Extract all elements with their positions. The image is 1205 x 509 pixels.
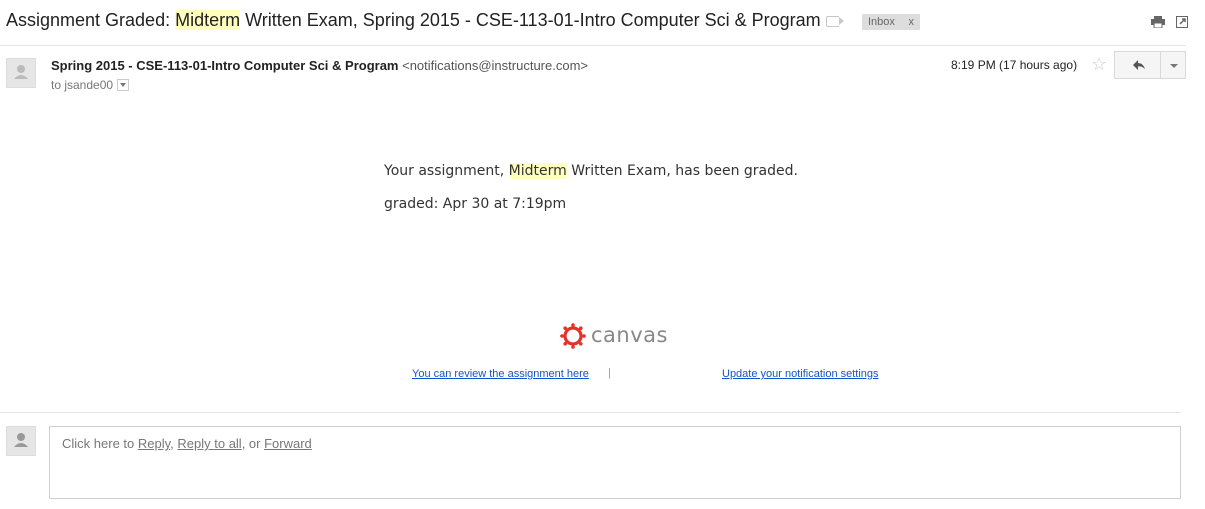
print-icon[interactable] (1151, 16, 1165, 28)
reply-or: , or (241, 436, 265, 451)
sender-email: <notifications@instructure.com> (402, 58, 589, 73)
recipient-name: jsande00 (64, 78, 114, 92)
footer-separator: | (608, 367, 611, 379)
avatar-icon (14, 65, 28, 79)
email-subject: Assignment Graded: Midterm Written Exam,… (6, 10, 821, 31)
inbox-label-chip[interactable]: Inbox x (862, 14, 920, 30)
label-icon[interactable] (826, 16, 844, 27)
more-options-dropdown[interactable] (1160, 51, 1186, 79)
sender-avatar (6, 58, 36, 88)
canvas-brand-name: canvas (591, 323, 668, 347)
body-line-graded: Your assignment, Midterm Written Exam, h… (384, 163, 798, 179)
avatar-icon (14, 433, 28, 447)
notification-settings-link[interactable]: Update your notification settings (722, 368, 879, 380)
user-avatar (6, 426, 36, 456)
body-line1-highlight: Midterm (508, 163, 567, 179)
remove-label-button[interactable]: x (909, 14, 915, 30)
inbox-label-text: Inbox (868, 16, 895, 28)
sender-name[interactable]: Spring 2015 - CSE-113-01-Intro Computer … (51, 58, 588, 73)
review-assignment-link[interactable]: You can review the assignment here (412, 368, 589, 380)
body-line1-prefix: Your assignment, (384, 163, 509, 179)
to-prefix: to (51, 78, 65, 92)
reply-all-link[interactable]: Reply to all (177, 436, 241, 451)
canvas-logo-icon (560, 323, 586, 349)
body-line-graded-date: graded: Apr 30 at 7:19pm (384, 196, 567, 212)
recipient-line: to jsande00 (51, 78, 130, 92)
reply-prompt: Click here to Reply, Reply to all, or Fo… (62, 436, 312, 451)
reply-link[interactable]: Reply (138, 436, 170, 451)
subject-prefix: Assignment Graded: (6, 10, 176, 30)
message-timestamp: 8:19 PM (17 hours ago) (951, 58, 1078, 72)
reply-box[interactable]: Click here to Reply, Reply to all, or Fo… (49, 426, 1181, 499)
reply-button[interactable] (1114, 51, 1161, 79)
subject-bar: Assignment Graded: Midterm Written Exam,… (0, 0, 1205, 44)
body-line1-rest: Written Exam, has been graded. (566, 163, 798, 179)
header-divider (0, 45, 1186, 46)
show-details-dropdown[interactable] (117, 78, 130, 91)
reply-arrow-icon (1133, 60, 1145, 70)
subject-rest: Written Exam, Spring 2015 - CSE-113-01-I… (240, 10, 821, 30)
reply-divider (0, 412, 1181, 413)
subject-highlight: Midterm (175, 10, 241, 30)
reply-prompt-prefix: Click here to (62, 436, 138, 451)
new-window-icon[interactable] (1175, 16, 1189, 28)
star-icon[interactable]: ☆ (1091, 54, 1107, 74)
forward-link[interactable]: Forward (264, 436, 312, 451)
sender-name-text: Spring 2015 - CSE-113-01-Intro Computer … (51, 58, 399, 73)
